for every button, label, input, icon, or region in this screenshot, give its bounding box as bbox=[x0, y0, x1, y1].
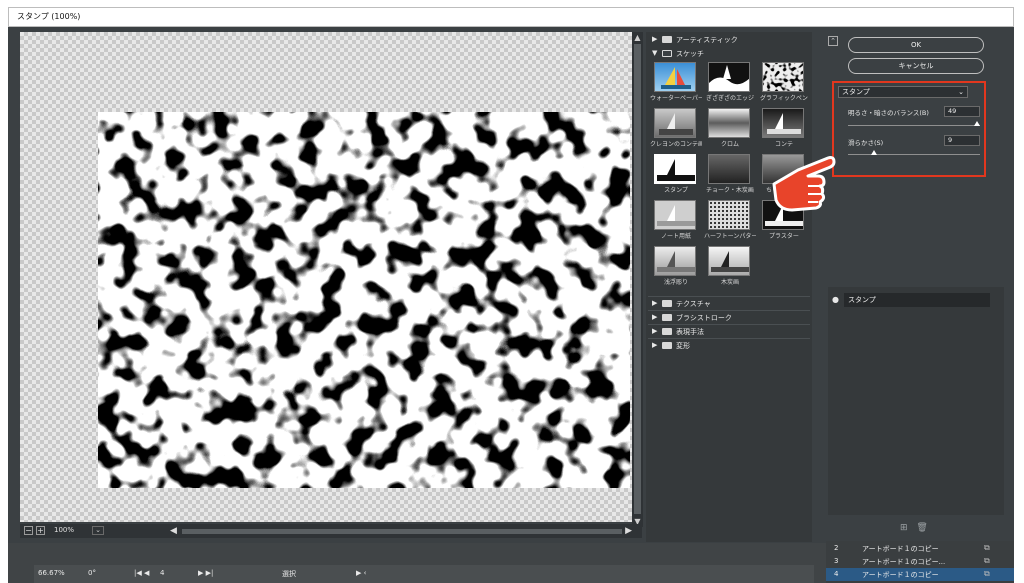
mode-nav-icon[interactable]: ▶ ‹ bbox=[356, 569, 366, 577]
scroll-left-icon[interactable]: ◀ bbox=[170, 526, 177, 536]
artboard-options-icon[interactable]: ⧉ bbox=[984, 556, 990, 566]
zoom-in-button[interactable]: + bbox=[36, 526, 45, 535]
window-titlebar: スタンプ (100%) bbox=[8, 7, 1014, 27]
artboard-row[interactable]: 2 アートボード１のコピー ⧉ bbox=[826, 542, 1014, 555]
status-zoom[interactable]: 66.67% bbox=[38, 569, 65, 577]
filter-gallery-dialog: スタンプ (100%) ▲ ▼ − + 100% ⌄ ◀ ▶ ▶ アーティスティ… bbox=[0, 0, 1024, 583]
stamp-pattern bbox=[98, 112, 630, 488]
preview-canvas[interactable] bbox=[20, 32, 632, 522]
zoom-out-button[interactable]: − bbox=[24, 526, 33, 535]
expand-icon: ▶ bbox=[652, 313, 658, 321]
zoom-dropdown-icon[interactable]: ⌄ bbox=[92, 526, 104, 535]
folder-icon bbox=[662, 314, 672, 321]
smoothness-slider-track[interactable] bbox=[848, 154, 980, 155]
page-nav-next-icon[interactable]: ▶ ▶| bbox=[198, 569, 213, 577]
thumb-image bbox=[657, 159, 695, 181]
thumb-image bbox=[709, 65, 749, 91]
zoom-level: 100% bbox=[54, 526, 75, 534]
category-distort[interactable]: ▶ 変形 bbox=[648, 338, 810, 351]
category-stylize[interactable]: ▶ 表現手法 bbox=[648, 324, 810, 337]
status-mode[interactable]: 選択 bbox=[282, 569, 296, 579]
filter-thumb-stamp[interactable]: スタンプ bbox=[650, 154, 702, 200]
scroll-up-icon[interactable]: ▲ bbox=[633, 33, 642, 42]
thumb-image bbox=[763, 63, 803, 91]
smoothness-slider-knob[interactable] bbox=[871, 150, 878, 155]
filter-thumb-bas-relief[interactable]: 浅浮彫り bbox=[650, 246, 702, 292]
category-texture[interactable]: ▶ テクスチャ bbox=[648, 296, 810, 309]
scroll-right-icon[interactable]: ▶ bbox=[625, 526, 632, 536]
filter-thumb-water-paper[interactable]: ウォーターペーパー bbox=[650, 62, 702, 108]
sailboat-image bbox=[661, 67, 691, 89]
thumb-image bbox=[711, 251, 749, 272]
folder-icon bbox=[662, 36, 672, 43]
chevron-down-icon: ⌄ bbox=[958, 88, 964, 96]
ok-button[interactable]: OK bbox=[848, 37, 984, 53]
category-sketch[interactable]: ▼ スケッチ bbox=[648, 47, 810, 60]
filter-thumb-conte-crayon[interactable]: クレヨンのコンテ画 bbox=[650, 108, 702, 154]
cancel-button[interactable]: キャンセル bbox=[848, 58, 984, 74]
expand-icon: ▶ bbox=[652, 341, 658, 349]
thumb-image bbox=[657, 205, 695, 226]
balance-input[interactable]: 49 bbox=[944, 106, 980, 117]
layer-buttons: ⊞ 🗑 bbox=[900, 523, 928, 533]
page-nav-first-icon[interactable]: |◀ ◀ bbox=[134, 569, 149, 577]
scroll-thumb[interactable] bbox=[634, 44, 641, 514]
balance-slider-knob[interactable] bbox=[974, 121, 981, 126]
preview-horizontal-scrollbar[interactable]: ◀ ▶ bbox=[170, 526, 632, 536]
smoothness-label: 滑らかさ(S) bbox=[848, 139, 884, 147]
artboard-row[interactable]: 3 アートボード１のコピー... ⧉ bbox=[826, 555, 1014, 568]
filter-select[interactable]: スタンプ ⌄ bbox=[838, 86, 968, 98]
status-rotation[interactable]: 0° bbox=[88, 569, 96, 577]
thumb-image bbox=[657, 251, 695, 272]
filter-thumb-halftone[interactable]: ハーフトーンパターン bbox=[704, 200, 756, 246]
h-scroll-thumb[interactable] bbox=[182, 529, 622, 534]
filter-thumb-charcoal[interactable]: 木炭画 bbox=[704, 246, 756, 292]
folder-open-icon bbox=[662, 50, 672, 57]
folder-icon bbox=[662, 328, 672, 335]
filter-thumb-note-paper[interactable]: ノート用紙 bbox=[650, 200, 702, 246]
trash-icon[interactable]: 🗑 bbox=[916, 523, 927, 533]
expand-icon: ▶ bbox=[652, 35, 658, 43]
effect-layers-panel bbox=[828, 287, 1004, 515]
filter-thumb-graphic-pen[interactable]: グラフィックペン bbox=[758, 62, 810, 108]
stamp-preview-image bbox=[98, 112, 630, 488]
filter-thumb-chalk-charcoal[interactable]: チョーク・木炭画 bbox=[704, 154, 756, 200]
balance-slider-track[interactable] bbox=[848, 125, 980, 126]
add-icon[interactable]: ⊞ bbox=[900, 523, 908, 533]
smoothness-input[interactable]: 9 bbox=[944, 135, 980, 146]
collapse-gallery-icon[interactable]: ⌃ bbox=[828, 36, 838, 46]
category-artistic[interactable]: ▶ アーティスティック bbox=[648, 33, 810, 46]
artboard-row-selected[interactable]: 4 アートボード１のコピー ⧉ bbox=[826, 568, 1014, 581]
effect-layer-row[interactable]: スタンプ bbox=[844, 293, 990, 307]
folder-icon bbox=[662, 342, 672, 349]
expand-icon: ▶ bbox=[652, 299, 658, 307]
eye-icon[interactable]: ● bbox=[832, 295, 839, 304]
thumb-image bbox=[767, 113, 801, 134]
status-page[interactable]: 4 bbox=[160, 569, 164, 577]
folder-icon bbox=[662, 300, 672, 307]
thumb-image bbox=[659, 113, 693, 135]
filter-thumb-chrome[interactable]: クロム bbox=[704, 108, 756, 154]
artboard-options-icon[interactable]: ⧉ bbox=[984, 543, 990, 553]
pointing-hand-icon bbox=[772, 156, 836, 212]
category-brush-strokes[interactable]: ▶ ブラシストローク bbox=[648, 310, 810, 323]
preview-vertical-scrollbar[interactable]: ▲ ▼ bbox=[632, 32, 643, 527]
balance-label: 明るさ・暗さのバランス(B) bbox=[848, 109, 929, 117]
filter-thumb-torn-edges[interactable]: ぎざぎざのエッジ bbox=[704, 62, 756, 108]
status-bar bbox=[34, 565, 814, 583]
expand-icon: ▶ bbox=[652, 327, 658, 335]
window-title: スタンプ (100%) bbox=[17, 12, 81, 21]
artboard-options-icon[interactable]: ⧉ bbox=[984, 569, 990, 579]
collapse-icon: ▼ bbox=[652, 49, 658, 57]
